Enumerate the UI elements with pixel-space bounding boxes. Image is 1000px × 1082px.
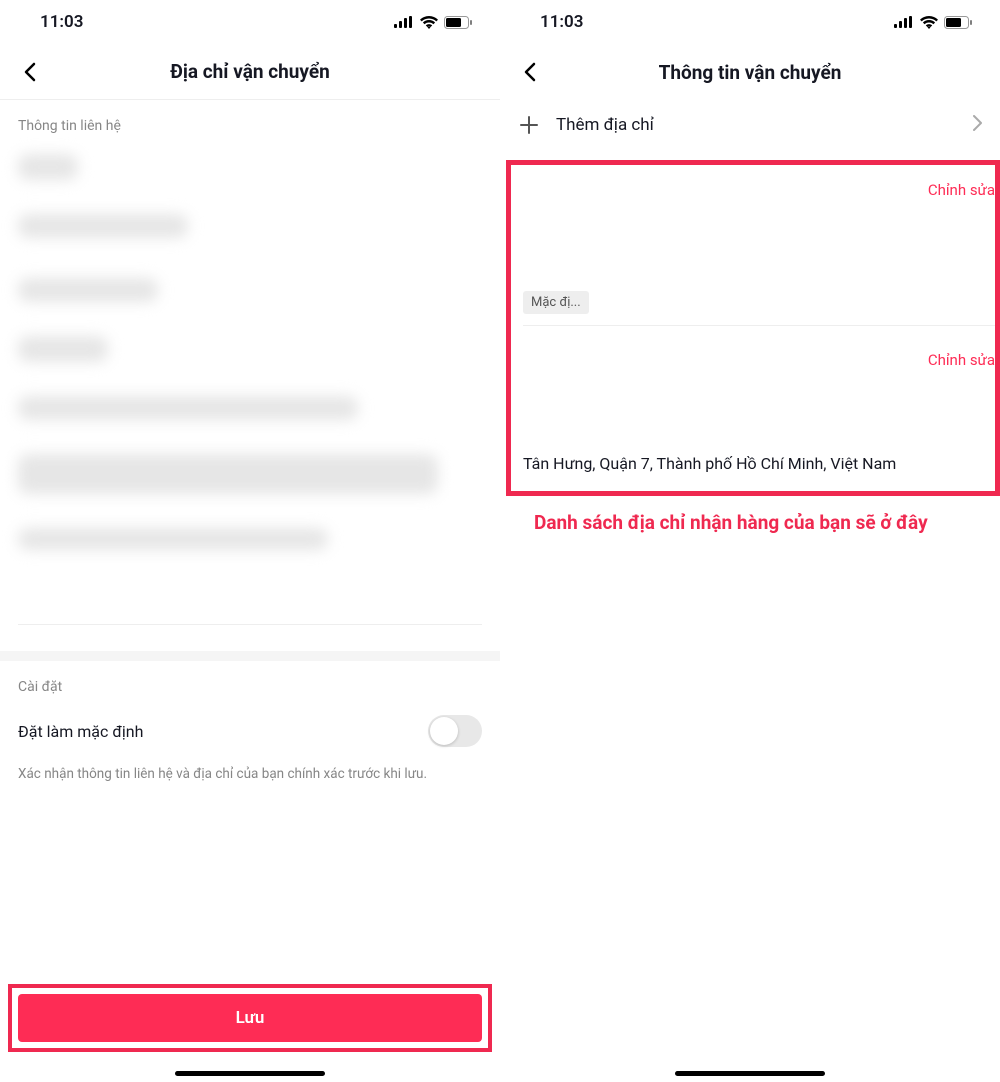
add-address-row[interactable]: Thêm địa chỉ	[500, 100, 1000, 150]
address-text: Tân Hưng, Quận 7, Thành phố Hồ Chí Minh,…	[523, 454, 983, 473]
status-time: 11:03	[540, 12, 583, 32]
nav-bar: Thông tin vận chuyển	[500, 44, 1000, 100]
home-indicator	[675, 1071, 825, 1076]
default-badge: Mặc đị...	[523, 291, 589, 314]
page-title: Thông tin vận chuyển	[500, 61, 1000, 84]
cellular-icon	[894, 16, 914, 28]
cellular-icon	[394, 16, 414, 28]
contact-section-label: Thông tin liên hệ	[0, 100, 500, 144]
wifi-icon	[920, 16, 938, 29]
toggle-knob	[430, 717, 458, 745]
home-indicator	[175, 1071, 325, 1076]
status-bar: 11:03	[500, 0, 1000, 44]
blurred-content	[0, 144, 500, 624]
chevron-right-icon	[973, 115, 982, 135]
battery-icon	[444, 16, 472, 29]
status-icons	[894, 16, 972, 29]
edit-address-link-2[interactable]: Chỉnh sửa	[928, 351, 995, 369]
address-divider	[523, 325, 995, 326]
back-button[interactable]	[518, 60, 542, 84]
plus-icon	[518, 114, 540, 136]
page-title: Địa chỉ vận chuyển	[0, 60, 500, 83]
add-address-label: Thêm địa chỉ	[556, 115, 957, 135]
battery-icon	[944, 16, 972, 29]
default-toggle-label: Đặt làm mặc định	[18, 722, 143, 741]
save-button[interactable]: Lưu	[18, 994, 482, 1042]
settings-section: Cài đặt Đặt làm mặc định Xác nhận thông …	[0, 661, 500, 803]
address-list-highlight: Chỉnh sửa Mặc đị... Chỉnh sửa Tân Hưng, …	[506, 160, 1000, 496]
edit-address-link-1[interactable]: Chỉnh sửa	[928, 181, 995, 199]
default-toggle-row: Đặt làm mặc định	[18, 715, 482, 747]
section-divider	[0, 651, 500, 661]
wifi-icon	[420, 16, 438, 29]
save-highlight: Lưu	[8, 984, 492, 1052]
annotation-text: Danh sách địa chỉ nhận hàng của bạn sẽ ở…	[500, 496, 1000, 537]
status-time: 11:03	[40, 12, 83, 32]
chevron-left-icon	[524, 62, 536, 82]
phone-right: 11:03 Thông tin vận chuyển Thêm địa chỉ	[500, 0, 1000, 1082]
phone-left: 11:03 Địa chỉ vận chuyển Thông tin liên …	[0, 0, 500, 1082]
status-bar: 11:03	[0, 0, 500, 44]
chevron-left-icon	[24, 62, 36, 82]
nav-bar: Địa chỉ vận chuyển	[0, 44, 500, 100]
save-hint: Xác nhận thông tin liên hệ và địa chỉ củ…	[18, 765, 482, 785]
back-button[interactable]	[18, 60, 42, 84]
settings-label: Cài đặt	[18, 679, 482, 695]
status-icons	[394, 16, 472, 29]
default-toggle[interactable]	[428, 715, 482, 747]
